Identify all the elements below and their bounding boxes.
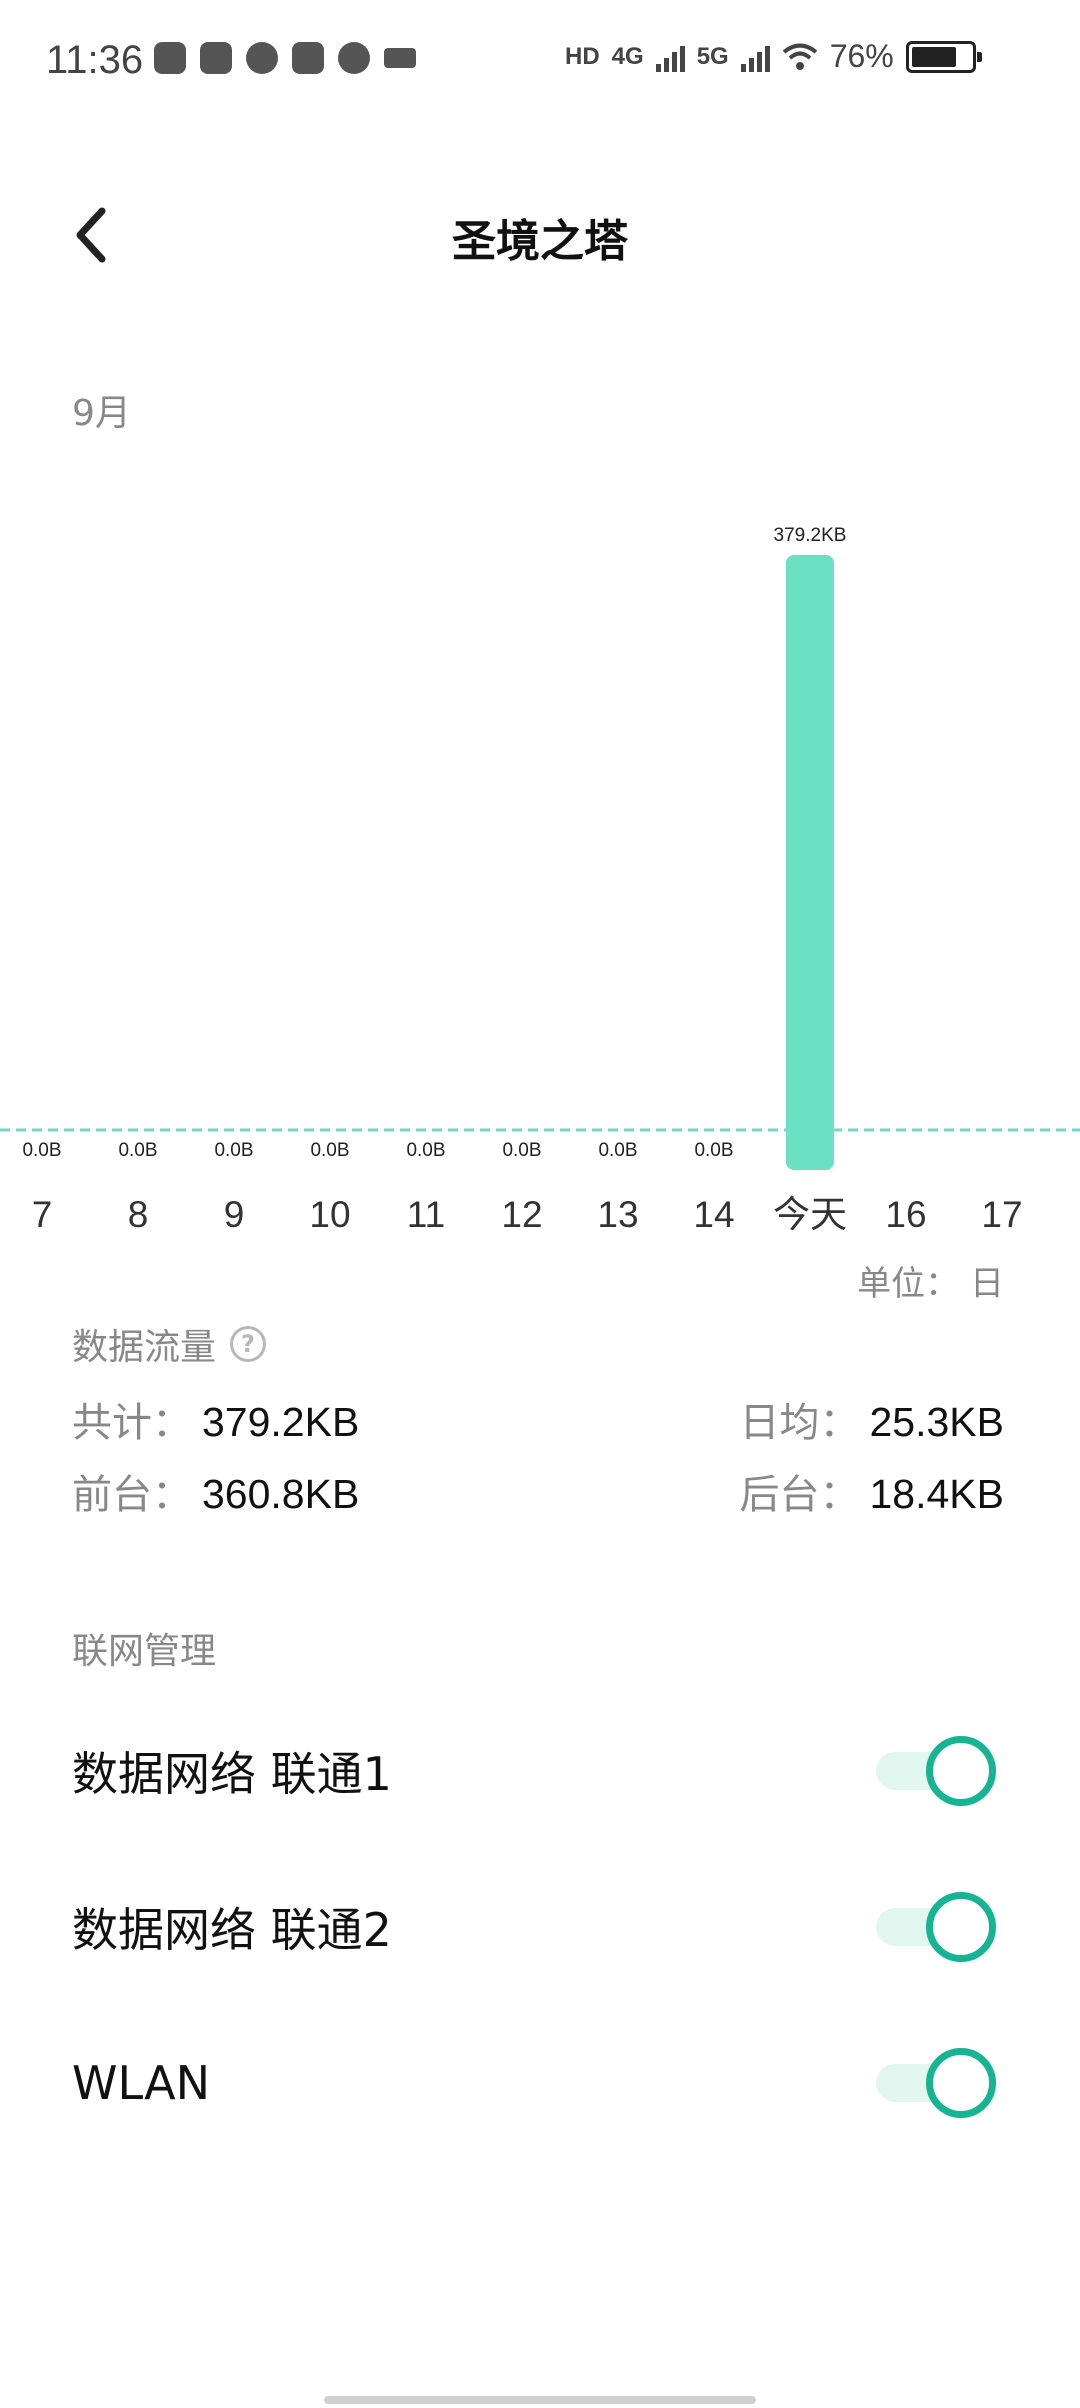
network-row-wlan[interactable]: WLAN xyxy=(0,2008,1080,2158)
month-label: 9月 xyxy=(72,393,131,434)
bar-value-label: 0.0B xyxy=(502,1140,541,1161)
x-tick-label[interactable]: 16 xyxy=(885,1194,926,1235)
background-usage-label: 后台： xyxy=(739,1472,860,1518)
x-tick-label[interactable]: 14 xyxy=(693,1194,734,1235)
daily-traffic-chart[interactable]: 0.0B 7 0.0B 8 0.0B 9 0.0B 10 0.0B 11 0.0B 12 0.0B 13 0… xyxy=(0,520,1080,1260)
signal-5g-icon xyxy=(740,42,770,72)
total-usage-value: 379.2KB xyxy=(202,1399,360,1445)
bar-value-label: 0.0B xyxy=(214,1140,253,1161)
unicom2-toggle[interactable] xyxy=(876,1892,996,1962)
page-title: 圣境之塔 xyxy=(452,216,628,267)
total-usage-label: 共计： xyxy=(72,1400,192,1446)
x-tick-label[interactable]: 12 xyxy=(501,1194,542,1235)
hd-badge: HD xyxy=(565,42,600,70)
status-time: 11:36 xyxy=(46,38,144,82)
network-5g-label: 5G xyxy=(696,42,729,70)
bar-value-label: 0.0B xyxy=(22,1140,61,1161)
foreground-usage-value: 360.8KB xyxy=(202,1471,360,1517)
notification-icons xyxy=(154,42,416,74)
bar-value-label: 0.0B xyxy=(310,1140,349,1161)
x-tick-label[interactable]: 今天 xyxy=(773,1194,847,1235)
daily-average-value: 25.3KB xyxy=(869,1399,1005,1445)
chat-notification-icon xyxy=(246,42,278,74)
clipboard-notification-icon xyxy=(200,42,232,74)
daily-average-label: 日均： xyxy=(739,1400,860,1446)
bar-value-label: 0.0B xyxy=(694,1140,733,1161)
foreground-usage-label: 前台： xyxy=(72,1472,192,1518)
x-tick-label[interactable]: 9 xyxy=(224,1194,245,1235)
status-bar: 11:36 HD 4G 5G 76% xyxy=(0,0,1080,126)
wlan-toggle[interactable] xyxy=(876,2048,996,2118)
shopping-bag-notification-icon xyxy=(292,42,324,74)
chart-bar[interactable] xyxy=(786,555,834,1170)
bar-value-label: 0.0B xyxy=(598,1140,637,1161)
x-tick-label[interactable]: 11 xyxy=(407,1194,445,1235)
network-row-label: WLAN xyxy=(72,2056,211,2110)
drone-notification-icon xyxy=(384,48,416,68)
app-notification-icon xyxy=(154,42,186,74)
background-usage-value: 18.4KB xyxy=(869,1471,1005,1517)
unicom1-toggle[interactable] xyxy=(876,1736,996,1806)
daily-average-usage: 日均： 25.3KB xyxy=(740,1390,1005,1448)
battery-percent: 76% xyxy=(829,38,894,74)
bar-value-label: 0.0B xyxy=(406,1140,445,1161)
background-usage: 后台： 18.4KB xyxy=(740,1462,1005,1520)
x-tick-label[interactable]: 10 xyxy=(309,1194,350,1235)
bar-value-label: 0.0B xyxy=(118,1140,157,1161)
unit-label: 单位： 日 xyxy=(857,1264,1004,1304)
total-usage: 共计： 379.2KB xyxy=(72,1390,359,1448)
network-row-unicom1[interactable]: 数据网络 联通1 xyxy=(0,1696,1080,1846)
question-mark-icon[interactable]: ? xyxy=(230,1326,267,1362)
network-management-title: 联网管理 xyxy=(72,1631,217,1672)
x-tick-label[interactable]: 13 xyxy=(597,1194,638,1235)
x-tick-label[interactable]: 7 xyxy=(32,1194,53,1235)
status-right: HD 4G 5G 76% xyxy=(565,38,982,75)
network-row-label: 数据网络 联通1 xyxy=(72,1747,392,1801)
data-usage-title: 数据流量 xyxy=(72,1327,217,1368)
network-row-unicom2[interactable]: 数据网络 联通2 xyxy=(0,1852,1080,2002)
x-tick-label[interactable]: 8 xyxy=(128,1194,149,1235)
foreground-usage: 前台： 360.8KB xyxy=(72,1462,359,1520)
network-4g-label: 4G xyxy=(611,42,644,70)
sync-notification-icon xyxy=(338,42,370,74)
battery-icon xyxy=(905,40,982,73)
x-tick-label[interactable]: 17 xyxy=(981,1194,1022,1235)
gesture-navigation-bar[interactable] xyxy=(324,2396,756,2404)
data-usage-section-title: 数据流量 ? xyxy=(72,1318,267,1370)
app-traffic-detail-page: 11:36 HD 4G 5G 76% 圣境之塔 9月 0.0B 7 0.0B 8… xyxy=(0,0,1080,2408)
wifi-icon xyxy=(782,43,817,70)
network-row-label: 数据网络 联通2 xyxy=(72,1903,392,1957)
bar-value-label: 379.2KB xyxy=(774,525,847,546)
signal-4g-icon xyxy=(655,42,685,72)
